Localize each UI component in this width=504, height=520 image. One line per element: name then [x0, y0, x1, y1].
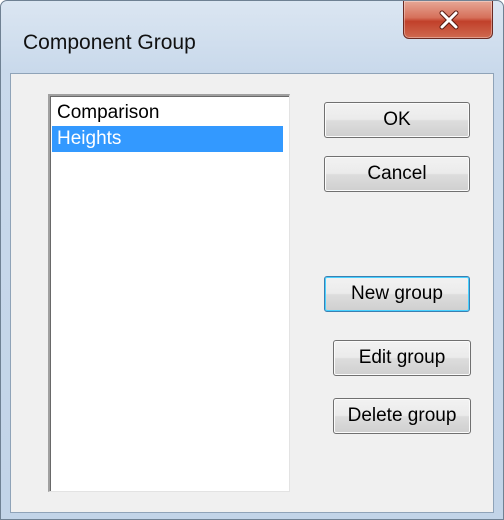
ok-button[interactable]: OK: [324, 102, 470, 138]
close-icon: [439, 10, 459, 30]
dialog-client-area: Comparison Heights OK Cancel New group E…: [10, 73, 494, 513]
delete-group-button[interactable]: Delete group: [333, 398, 471, 434]
cancel-button[interactable]: Cancel: [324, 156, 470, 192]
dialog-window: Component Group Comparison Heights OK Ca…: [0, 0, 504, 520]
edit-group-button[interactable]: Edit group: [333, 340, 471, 376]
new-group-button[interactable]: New group: [324, 276, 470, 312]
window-title: Component Group: [23, 31, 196, 54]
close-button[interactable]: [403, 1, 493, 39]
list-item-comparison[interactable]: Comparison: [52, 100, 283, 126]
group-listbox[interactable]: Comparison Heights: [48, 94, 290, 492]
list-item-heights[interactable]: Heights: [52, 126, 283, 152]
